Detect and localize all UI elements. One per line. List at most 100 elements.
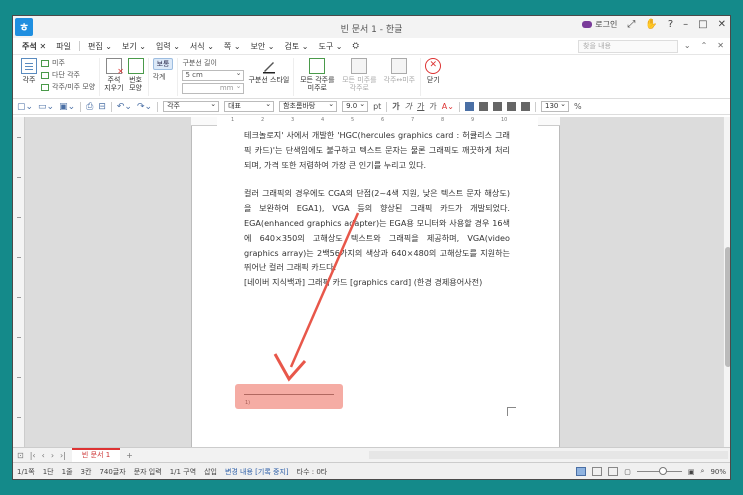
status-input: 문자 입력 (133, 467, 162, 476)
menu-view[interactable]: 보기 ⌄ (117, 41, 151, 52)
close-button[interactable]: ✕ (718, 19, 726, 30)
size-unit[interactable]: pt (373, 102, 381, 111)
margin-corner-mark (507, 407, 516, 416)
horizontal-ruler[interactable]: 1 2 3 4 5 6 7 8 9 10 (191, 117, 560, 126)
normal-option[interactable]: 보통 (152, 58, 174, 70)
align-right-icon[interactable] (506, 102, 516, 111)
hand-icon[interactable]: ✋ (645, 19, 657, 30)
chevron-down-icon[interactable]: ⌄ (684, 41, 691, 50)
close-ribbon-icon[interactable]: ✕ (717, 41, 724, 50)
tab-prev-icon[interactable]: ‹ (42, 451, 45, 460)
outline-view-icon[interactable] (608, 467, 619, 476)
zoom-in-icon[interactable]: ▣ (688, 468, 695, 476)
all-endnotes-to-footnotes-button[interactable]: 모든 미주를 각주로 (340, 58, 378, 92)
align-center-icon[interactable] (492, 102, 502, 111)
tab-document[interactable]: 빈 문서 1 (71, 448, 121, 462)
align-left-icon[interactable] (478, 102, 488, 111)
horizontal-scrollbar[interactable] (369, 451, 728, 459)
endnote-button[interactable]: 미주 (41, 58, 95, 68)
title-controls: 로그인 ⤢ ✋ ? – □ ✕ (582, 19, 726, 30)
tab-next-icon[interactable]: › (51, 451, 54, 460)
web-view-icon[interactable] (592, 467, 603, 476)
minimize-button[interactable]: – (683, 19, 688, 30)
status-insert[interactable]: 삽입 (204, 467, 217, 477)
document-body[interactable]: 테크놀로지' 사에서 개발한 'HGC(hercules graphics ca… (244, 128, 510, 297)
font-size-select[interactable]: 9.0 (342, 100, 369, 112)
divider-unit-field[interactable]: mm (182, 82, 245, 94)
menu-security[interactable]: 보안 ⌄ (246, 41, 280, 52)
zoom-level[interactable]: 90% (710, 468, 726, 476)
zoom-search-icon[interactable]: ⌕ (701, 467, 705, 476)
maximize-button[interactable]: □ (698, 19, 707, 30)
shape-label: 모양 (129, 84, 142, 92)
status-track-changes[interactable]: 변경 내용 [기록 중지] (225, 467, 289, 477)
title-bar: ㅎ 빈 문서 1 - 한글 로그인 ⤢ ✋ ? – □ ✕ (13, 16, 730, 38)
zoom-unit[interactable]: % (574, 102, 582, 111)
zoom-slider[interactable] (636, 467, 682, 475)
menu-file[interactable]: 파일 (51, 41, 76, 52)
style-select[interactable]: 각주 (163, 100, 220, 112)
scroll-thumb[interactable] (725, 247, 730, 367)
all-footnotes-to-endnotes-button[interactable]: 모든 각주를 미주로 (298, 58, 336, 92)
close-note-button[interactable]: ✕ 닫기 (425, 58, 442, 84)
vertical-scrollbar[interactable] (723, 117, 730, 447)
login-button[interactable]: 로그인 (582, 19, 617, 30)
underline-button[interactable]: 가 (417, 101, 424, 112)
quick-access-icon[interactable]: ⛭ (347, 41, 363, 51)
menu-insert[interactable]: 입력 ⌄ (151, 41, 185, 52)
each-option[interactable]: 각계 (153, 72, 174, 82)
divider-length-label: 구분선 길이 (182, 59, 217, 67)
ruler-number: 5 (351, 117, 355, 123)
font-group-select[interactable]: 대표 (224, 100, 275, 112)
add-tab-button[interactable]: + (126, 451, 133, 460)
menu-edit[interactable]: 편집 ⌄ (83, 41, 117, 52)
citation[interactable]: [네이버 지식백과] 그래픽 카드 [graphics card] (한경 경제… (244, 275, 510, 290)
align-justify-icon[interactable] (464, 102, 474, 111)
delete-annotation-button[interactable]: 주석 지우기 (104, 58, 124, 92)
align-distribute-icon[interactable] (520, 102, 530, 111)
divider-length-field[interactable]: 5 cm (182, 69, 245, 81)
divider-style-button[interactable]: 구분선 스타일 (248, 58, 289, 84)
tab-last-icon[interactable]: ›| (60, 451, 66, 460)
help-icon[interactable]: ? (668, 19, 673, 30)
zoom-out-icon[interactable]: ▢ (624, 468, 631, 476)
swap-notes-button[interactable]: 각주↔미주 (382, 58, 416, 84)
status-column: 1단 (42, 467, 54, 476)
menu-annotation[interactable]: 주석 ✕ (17, 41, 51, 52)
tab-nav-icon[interactable]: ⊡ (17, 451, 24, 460)
strike-button[interactable]: 가 (429, 101, 436, 112)
footnote-shape-button[interactable]: 각주/미주 모양 (41, 82, 95, 92)
menu-format[interactable]: 서식 ⌄ (185, 41, 219, 52)
fullscreen-icon[interactable]: ⤢ (627, 19, 635, 30)
paragraph[interactable]: 테크놀로지' 사에서 개발한 'HGC(hercules graphics ca… (244, 128, 510, 172)
search-input[interactable]: 찾을 내용 (578, 40, 678, 53)
zoom-select[interactable]: 130 (540, 100, 569, 112)
menu-review[interactable]: 검토 ⌄ (280, 41, 314, 52)
open-icon[interactable]: ▭⌄ (38, 102, 54, 112)
zoom-knob[interactable] (658, 467, 667, 475)
footnote-button[interactable]: 각주 (21, 58, 37, 84)
footnote-highlight (235, 384, 343, 409)
paragraph[interactable]: 컬러 그래픽의 경우에도 CGA의 단점(2~4색 지원, 낮은 텍스트 문자 … (244, 186, 510, 275)
chevron-up-icon[interactable]: ⌃ (701, 41, 708, 50)
menu-bar: 주석 ✕ 파일 편집 ⌄ 보기 ⌄ 입력 ⌄ 서식 ⌄ 쪽 ⌄ 보안 ⌄ 검토 … (13, 38, 730, 55)
menu-tools[interactable]: 도구 ⌄ (314, 41, 348, 52)
status-col: 3칸 (80, 467, 92, 476)
preview-icon[interactable]: ⊟ (98, 102, 106, 112)
font-select[interactable]: 함초롬바탕 (279, 100, 338, 112)
italic-button[interactable]: 가 (405, 101, 412, 112)
status-page[interactable]: 1/1쪽 (17, 467, 35, 477)
menu-page[interactable]: 쪽 ⌄ (219, 41, 246, 52)
undo-icon[interactable]: ↶⌄ (117, 102, 132, 112)
tab-first-icon[interactable]: |‹ (30, 451, 36, 460)
print-icon[interactable]: ⎙ (86, 102, 93, 112)
redo-icon[interactable]: ↷⌄ (137, 102, 152, 112)
new-doc-icon[interactable]: ▢⌄ (17, 102, 33, 112)
font-color-icon[interactable]: A⌄ (442, 102, 454, 111)
number-shape-button[interactable]: 번호 모양 (127, 58, 144, 92)
save-icon[interactable]: ▣⌄ (59, 102, 75, 112)
bold-button[interactable]: 가 (392, 101, 399, 112)
column-footnote-button[interactable]: 다단 각주 (41, 70, 95, 80)
swap-icon (391, 58, 408, 74)
normal-view-icon[interactable] (576, 467, 587, 476)
